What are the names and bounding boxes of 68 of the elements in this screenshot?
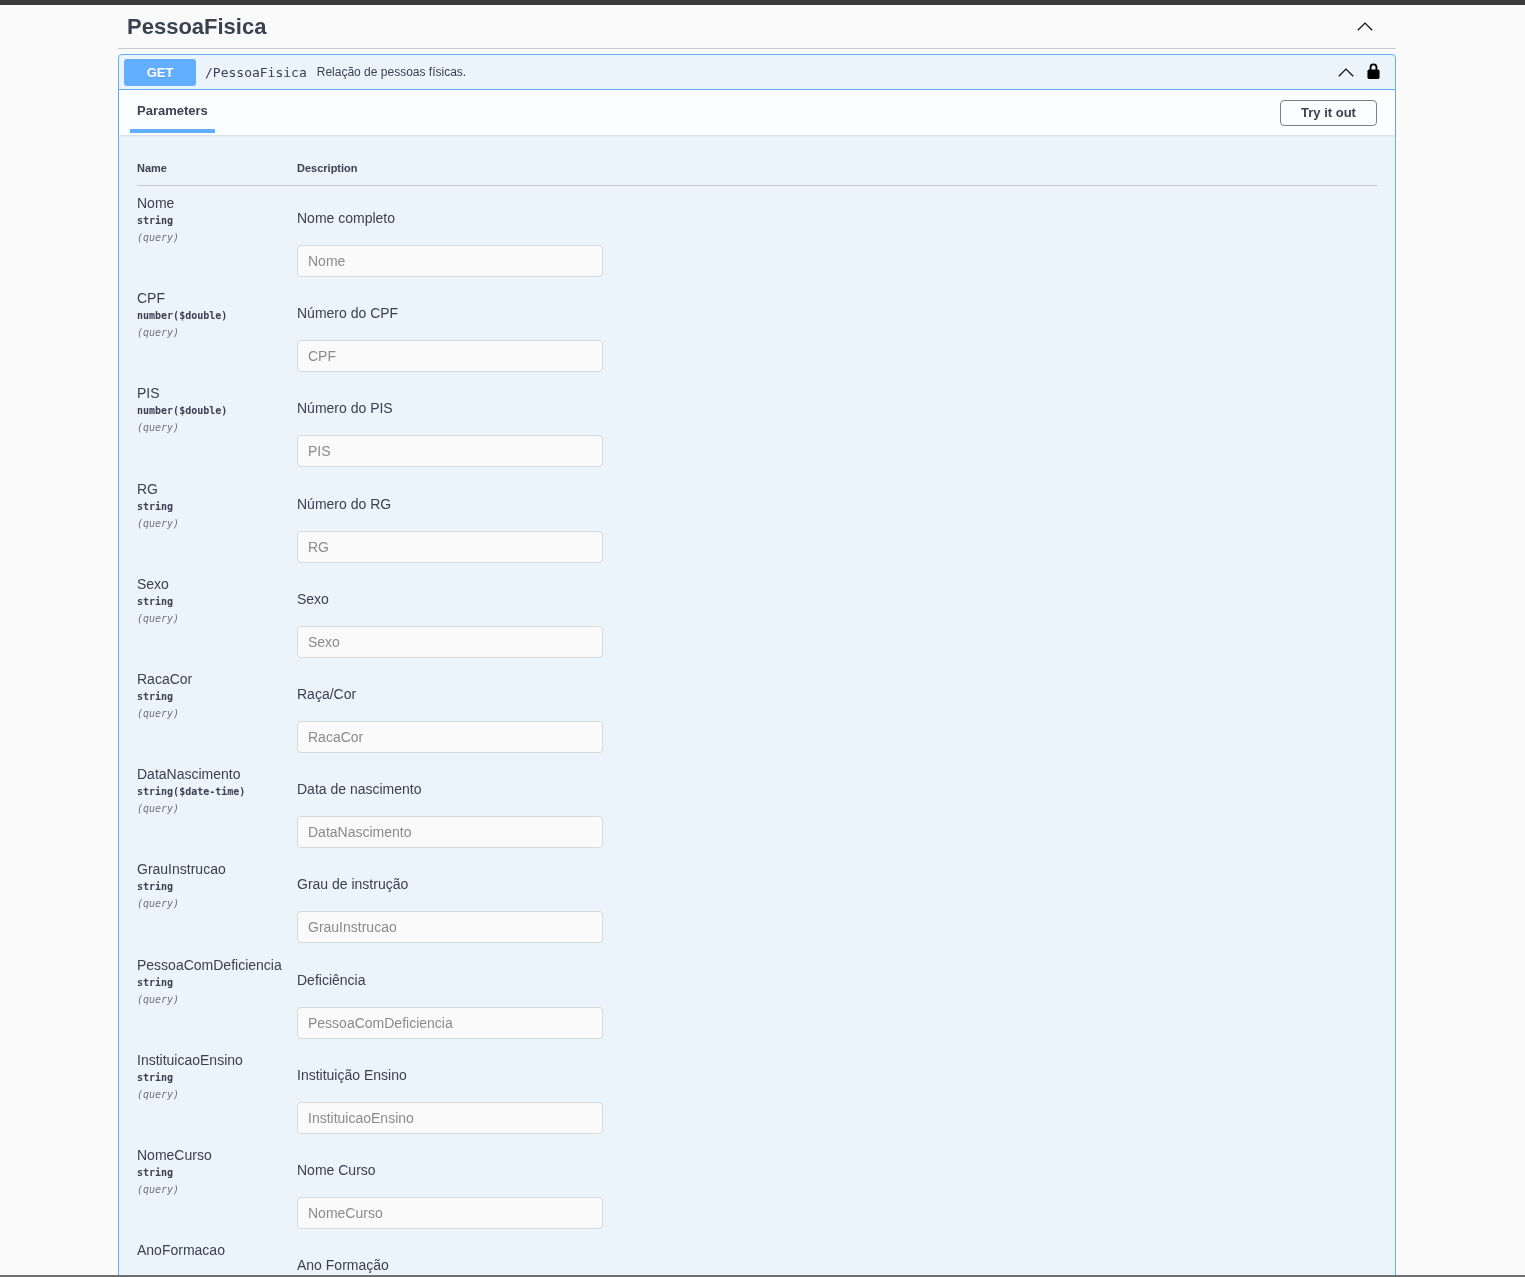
parameter-name: PIS: [137, 384, 160, 403]
parameter-description: Nome completo: [297, 210, 396, 226]
parameter-name: AnoFormacao: [137, 1241, 225, 1260]
endpoint-path: /PessoaFisica: [205, 64, 307, 80]
endpoint-summary: Relação de pessoas físicas.: [316, 65, 467, 79]
parameter-location: (query): [137, 611, 180, 626]
parameter-type: string: [137, 1165, 174, 1180]
parameter-location: (query): [137, 516, 180, 531]
parameter-name: InstituicaoEnsino: [137, 1050, 243, 1069]
lock-icon[interactable]: [1367, 62, 1380, 79]
parameter-type: string: [137, 975, 174, 990]
parameter-name: RG: [137, 479, 158, 498]
column-header: Name: [137, 161, 168, 175]
parameters-tab[interactable]: Parameters: [130, 90, 215, 133]
parameter-description: Número do PIS: [297, 400, 393, 417]
parameter-input[interactable]: CPF: [297, 340, 603, 373]
parameter-name: DataNascimento: [137, 765, 241, 784]
chevron-up-icon[interactable]: [1357, 22, 1373, 31]
parameter-location: (query): [137, 802, 180, 817]
parameter-type: string: [137, 499, 174, 514]
parameter-type: string: [137, 214, 174, 228]
parameter-name: GrauInstrucao: [137, 860, 226, 879]
parameter-description: Número do CPF: [297, 305, 399, 322]
parameter-location: (query): [137, 992, 180, 1007]
parameter-type: number($double): [137, 309, 228, 324]
parameter-description: Grau de instrução: [297, 876, 409, 893]
column-header: Description: [297, 161, 358, 175]
parameter-description: Data de nascimento: [297, 781, 422, 798]
parameter-type: number($double): [137, 404, 228, 419]
parameter-description: Número do RG: [297, 495, 392, 512]
parameter-location: (query): [137, 1182, 180, 1197]
parameter-name: CPF: [137, 289, 165, 308]
parameter-input[interactable]: GrauInstrucao: [297, 911, 603, 944]
parameter-type: string: [137, 1070, 174, 1085]
parameter-location: (query): [137, 421, 180, 436]
parameter-description: Sexo: [297, 590, 329, 607]
try-it-out-button[interactable]: Try it out: [1280, 99, 1377, 126]
parameter-input[interactable]: PessoaComDeficiencia: [297, 1006, 603, 1039]
parameter-location: (query): [137, 897, 180, 912]
chevron-up-icon[interactable]: [1338, 67, 1354, 77]
parameter-description: Nome Curso: [297, 1161, 376, 1178]
parameter-location: (query): [137, 1087, 180, 1102]
parameter-name: PessoaComDeficiencia: [137, 955, 282, 974]
parameter-name: NomeCurso: [137, 1145, 212, 1164]
parameter-name: RacaCor: [137, 669, 193, 688]
parameter-type: string: [137, 689, 174, 704]
parameter-description: Raça/Cor: [297, 685, 357, 702]
parameter-location: (query): [137, 231, 180, 245]
section-title[interactable]: PessoaFisica: [127, 13, 267, 40]
parameter-input[interactable]: RacaCor: [297, 720, 603, 753]
parameter-type: string($date-time): [137, 785, 246, 800]
parameter-location: (query): [137, 706, 180, 721]
parameter-input[interactable]: Sexo: [297, 625, 603, 658]
parameter-location: (query): [137, 326, 180, 341]
parameter-input[interactable]: InstituicaoEnsino: [297, 1101, 603, 1134]
parameter-description: Deficiência: [297, 971, 366, 988]
parameter-input[interactable]: Nome: [297, 245, 603, 277]
parameter-description: Ano Formação: [297, 1257, 389, 1274]
parameter-type: string: [137, 594, 174, 609]
parameter-input[interactable]: DataNascimento: [297, 816, 603, 849]
method-badge: GET: [124, 58, 196, 86]
parameter-description: Instituição Ensino: [297, 1066, 407, 1083]
parameter-input[interactable]: NomeCurso: [297, 1196, 603, 1229]
parameter-input[interactable]: RG: [297, 530, 603, 563]
parameter-input[interactable]: PIS: [297, 435, 603, 468]
parameter-name: Nome: [137, 194, 175, 212]
parameter-type: string: [137, 880, 174, 895]
parameter-name: Sexo: [137, 574, 169, 593]
